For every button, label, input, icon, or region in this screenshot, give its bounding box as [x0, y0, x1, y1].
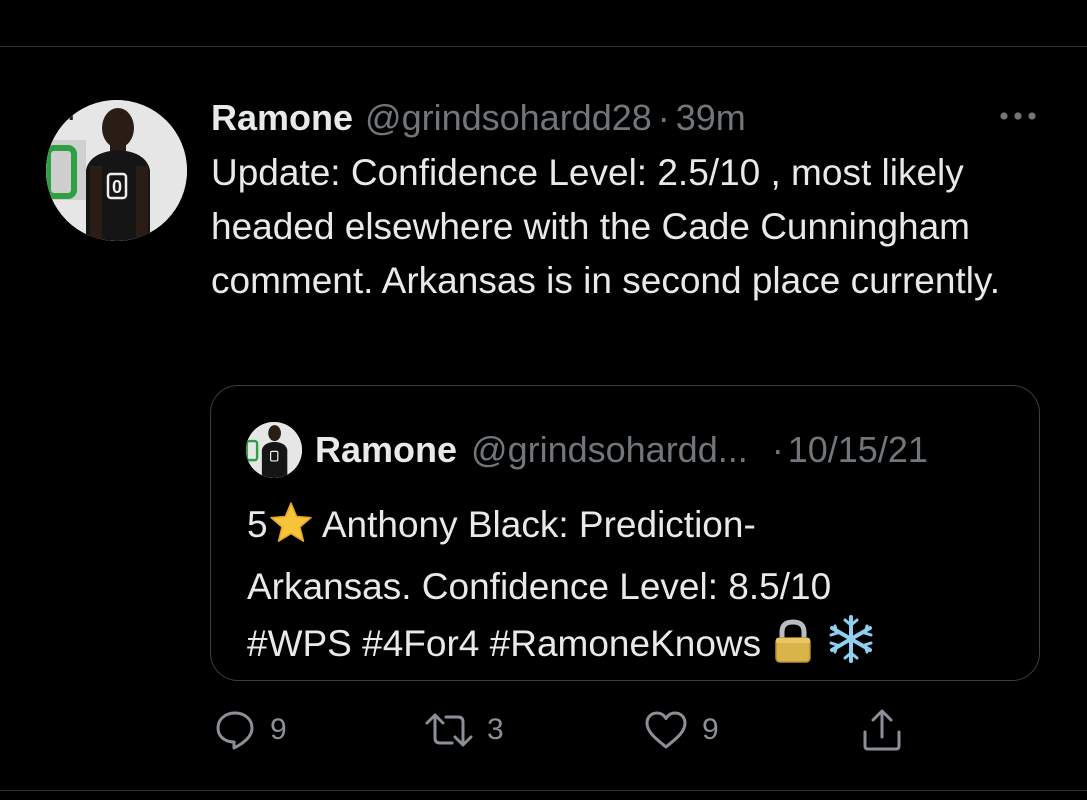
like-button[interactable]: 9 — [644, 708, 719, 752]
quoted-tweet-card[interactable]: Ramone @grindsohardd... · 10/15/21 5 Ant… — [210, 385, 1040, 681]
share-button[interactable] — [860, 708, 904, 752]
quoted-hashtags: #WPS #4For4 #RamoneKnows — [247, 623, 762, 664]
timestamp[interactable]: 39m — [676, 96, 746, 140]
lock-emoji — [771, 618, 815, 679]
quoted-display-name: Ramone — [315, 429, 458, 470]
quoted-text-line-2: Arkansas. Confidence Level: 8.5/10 — [247, 566, 832, 607]
retweet-button[interactable]: 3 — [425, 708, 504, 752]
quoted-tweet-text: 5 Anthony Black: Prediction- Arkansas. C… — [247, 498, 1017, 679]
quoted-text-number: 5 — [247, 504, 268, 545]
reply-count: 9 — [270, 713, 287, 746]
top-divider — [0, 46, 1087, 47]
like-count: 9 — [702, 713, 719, 746]
quoted-tweet-header: Ramone @grindsohardd... · 10/15/21 — [315, 428, 928, 472]
retweet-count: 3 — [487, 713, 504, 746]
quoted-date: 10/15/21 — [787, 429, 928, 470]
avatar[interactable]: BY 0 — [46, 100, 187, 241]
reply-icon — [216, 711, 254, 750]
tweet-header: Ramone @grindsohardd28 · 39m — [211, 96, 746, 140]
action-bar: 9 3 9 — [0, 700, 1087, 760]
retweet-icon — [425, 713, 473, 747]
handle[interactable]: @grindsohardd28 — [365, 96, 652, 140]
bottom-divider — [0, 790, 1087, 791]
reply-button[interactable]: 9 — [214, 708, 287, 752]
avatar-image: BY 0 — [46, 100, 187, 241]
quoted-handle: @grindsohardd... — [471, 429, 748, 470]
quoted-avatar-image — [246, 422, 302, 478]
quoted-text-line-3: #WPS #4For4 #RamoneKnows — [247, 614, 1017, 679]
separator-dot: · — [657, 97, 670, 138]
quoted-text-line-1: 5 Anthony Black: Prediction- — [247, 498, 1017, 560]
svg-text:0: 0 — [112, 177, 122, 197]
snowflake-emoji — [826, 614, 876, 679]
quoted-avatar — [246, 422, 302, 478]
more-button[interactable] — [994, 100, 1042, 132]
share-icon — [863, 709, 901, 751]
star-emoji — [268, 501, 314, 560]
more-horizontal-icon — [1000, 112, 1036, 120]
svg-text:BY: BY — [48, 100, 79, 125]
tweet-text: Update: Confidence Level: 2.5/10 , most … — [211, 152, 1000, 301]
quoted-text-line-1-rest: Anthony Black: Prediction- — [321, 504, 756, 545]
display-name[interactable]: Ramone — [211, 96, 353, 140]
quoted-separator-dot: · — [771, 429, 784, 470]
heart-icon — [645, 711, 687, 749]
